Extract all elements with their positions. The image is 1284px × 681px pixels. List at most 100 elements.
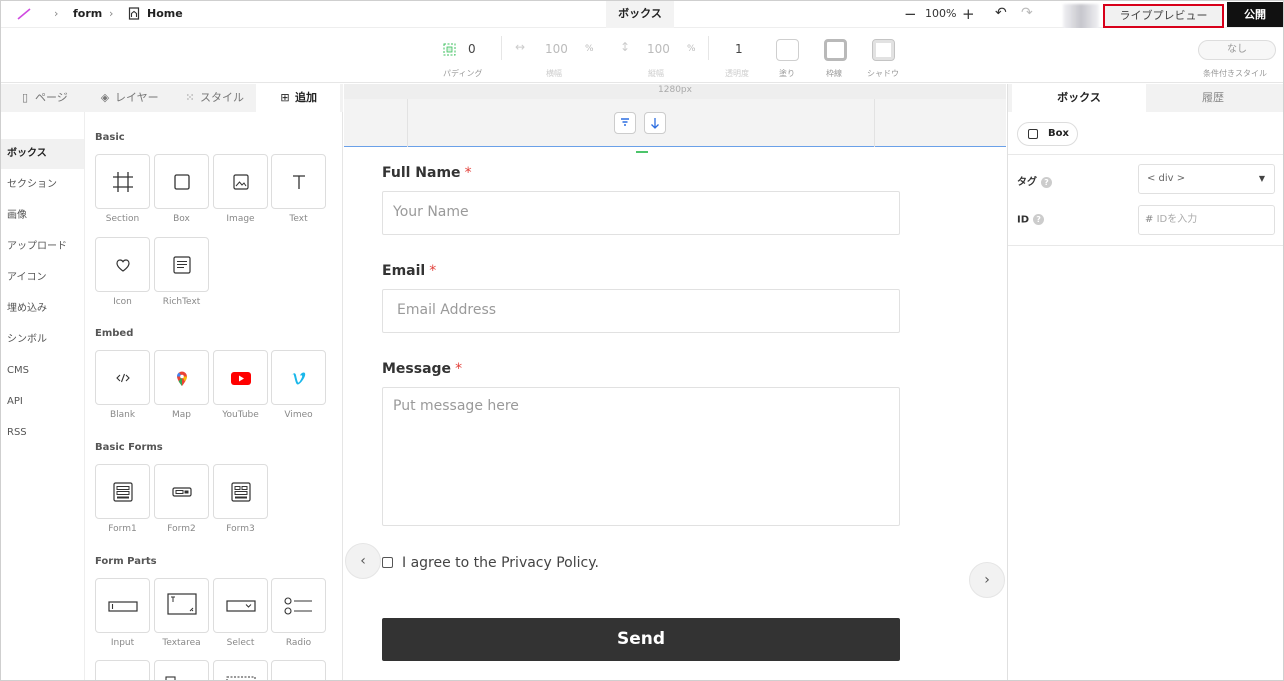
component-blank[interactable] bbox=[95, 350, 150, 405]
component-image[interactable] bbox=[213, 154, 268, 209]
tab-label: レイヤー bbox=[115, 91, 159, 104]
category-item[interactable]: アップロード bbox=[1, 232, 84, 262]
opacity-control[interactable]: 1 透明度 bbox=[721, 28, 761, 83]
field-label-text: Message bbox=[382, 361, 452, 377]
category-item[interactable]: 埋め込み bbox=[1, 294, 84, 324]
top-bar: › form › Home ボックス − 100% + ↶ ↷ ライブプレビュー… bbox=[1, 1, 1283, 34]
collapse-right-panel-button[interactable]: › bbox=[969, 562, 1005, 598]
collapse-left-panel-button[interactable]: ‹ bbox=[345, 543, 381, 579]
border-swatch bbox=[824, 39, 847, 61]
id-input[interactable]: # IDを入力 bbox=[1138, 205, 1275, 235]
live-preview-button[interactable]: ライブプレビュー bbox=[1103, 4, 1224, 28]
category-item[interactable]: ボックス bbox=[1, 139, 84, 169]
redo-icon[interactable]: ↷ bbox=[1021, 5, 1033, 21]
component-tile[interactable] bbox=[154, 660, 209, 680]
component-label: Box bbox=[173, 214, 190, 224]
category-item[interactable]: セクション bbox=[1, 170, 84, 200]
field-label-email: Email * bbox=[382, 263, 436, 279]
help-icon[interactable]: ? bbox=[1033, 214, 1045, 225]
zoom-in-button[interactable]: + bbox=[962, 4, 975, 24]
arrow-down-button[interactable] bbox=[644, 112, 666, 134]
fullname-input[interactable]: Your Name bbox=[382, 191, 900, 235]
component-label: Text bbox=[289, 214, 308, 224]
category-item[interactable]: アイコン bbox=[1, 263, 84, 293]
fill-control[interactable]: 塗り bbox=[773, 28, 803, 83]
send-button[interactable]: Send bbox=[382, 618, 900, 661]
category-item[interactable]: CMS bbox=[1, 356, 84, 386]
tab-page[interactable]: ▯ ページ bbox=[19, 84, 68, 112]
arrow-down-icon bbox=[651, 118, 659, 129]
border-control[interactable]: 枠線 bbox=[821, 28, 851, 83]
message-textarea[interactable]: Put message here bbox=[382, 387, 900, 526]
component-tile[interactable] bbox=[271, 660, 326, 680]
tab-add[interactable]: ⊞ 追加 bbox=[256, 84, 340, 112]
selected-element-tab[interactable]: ボックス bbox=[606, 1, 674, 28]
component-form1[interactable] bbox=[95, 464, 150, 519]
box-icon bbox=[174, 174, 190, 190]
component-textarea[interactable] bbox=[154, 578, 209, 633]
tab-history[interactable]: 履歴 bbox=[1146, 84, 1280, 112]
required-mark: * bbox=[464, 165, 472, 181]
tab-style[interactable]: ⁙ スタイル bbox=[184, 84, 244, 112]
selection-handle[interactable] bbox=[636, 151, 648, 153]
help-icon[interactable]: ? bbox=[1041, 176, 1052, 188]
id-label: ID? bbox=[1017, 214, 1045, 226]
component-form3[interactable] bbox=[213, 464, 268, 519]
component-radio[interactable] bbox=[271, 578, 326, 633]
breadcrumb-page[interactable]: Home bbox=[147, 7, 183, 20]
category-item[interactable]: RSS bbox=[1, 418, 84, 448]
caret-down-icon: ▼ bbox=[1258, 174, 1265, 183]
component-section[interactable] bbox=[95, 154, 150, 209]
component-icon[interactable] bbox=[95, 237, 150, 292]
breadcrumb-project[interactable]: form bbox=[73, 7, 102, 20]
padding-control[interactable]: 0 パディング bbox=[437, 28, 492, 83]
component-map[interactable] bbox=[154, 350, 209, 405]
component-form2[interactable] bbox=[154, 464, 209, 519]
heart-icon bbox=[116, 259, 130, 272]
undo-icon[interactable]: ↶ bbox=[995, 5, 1007, 21]
component-vimeo[interactable] bbox=[271, 350, 326, 405]
align-top-button[interactable] bbox=[614, 112, 636, 134]
style-toolbar: 0 パディング ↔ 100 % 横幅 ↕ 100 % 縦幅 1 透明度 塗り 枠… bbox=[1, 28, 1283, 83]
email-input[interactable]: Email Address bbox=[382, 289, 900, 333]
component-label: Input bbox=[110, 638, 135, 648]
youtube-icon bbox=[231, 372, 251, 385]
category-item[interactable]: 画像 bbox=[1, 201, 84, 231]
divider bbox=[1008, 245, 1283, 246]
component-box[interactable] bbox=[154, 154, 209, 209]
component-youtube[interactable] bbox=[213, 350, 268, 405]
width-unit: % bbox=[585, 44, 594, 54]
component-input[interactable] bbox=[95, 578, 150, 633]
component-text[interactable] bbox=[271, 154, 326, 209]
publish-button[interactable]: 公開 bbox=[1227, 2, 1283, 27]
tag-select[interactable]: < div > ▼ bbox=[1138, 164, 1275, 194]
properties-panel: ボックス 履歴 Box タグ? < div > ▼ ID? # IDを入力 bbox=[1007, 84, 1283, 680]
height-control[interactable]: ↕ 100 % 縦幅 bbox=[615, 28, 700, 83]
canvas-width-label: 1280px bbox=[658, 85, 692, 95]
conditional-style-button[interactable]: なし bbox=[1198, 40, 1276, 60]
chevron-right-icon: › bbox=[54, 7, 59, 20]
component-select[interactable] bbox=[213, 578, 268, 633]
chevron-left-icon: ‹ bbox=[360, 553, 366, 569]
category-item[interactable]: シンボル bbox=[1, 325, 84, 355]
component-tile[interactable] bbox=[95, 660, 150, 680]
element-type-pill[interactable]: Box bbox=[1017, 122, 1078, 146]
zoom-level: 100% bbox=[925, 7, 957, 20]
privacy-checkbox[interactable] bbox=[382, 557, 393, 568]
component-richtext[interactable] bbox=[154, 237, 209, 292]
tab-box[interactable]: ボックス bbox=[1012, 84, 1146, 112]
height-label: 縦幅 bbox=[648, 69, 664, 78]
text-icon bbox=[293, 175, 305, 189]
tab-label: ページ bbox=[35, 91, 68, 104]
tab-layer[interactable]: ◈ レイヤー bbox=[99, 84, 159, 112]
width-control[interactable]: ↔ 100 % 横幅 bbox=[513, 28, 598, 83]
required-mark: * bbox=[429, 263, 437, 279]
left-panel-tabs: ▯ ページ ◈ レイヤー ⁙ スタイル ⊞ 追加 bbox=[1, 84, 343, 112]
category-item[interactable]: API bbox=[1, 387, 84, 417]
shadow-control[interactable]: シャドウ bbox=[865, 28, 905, 83]
component-tile[interactable] bbox=[213, 660, 268, 680]
zoom-out-button[interactable]: − bbox=[904, 4, 917, 24]
app-logo-icon[interactable] bbox=[15, 6, 33, 22]
divider bbox=[708, 36, 709, 60]
required-mark: * bbox=[455, 361, 463, 377]
